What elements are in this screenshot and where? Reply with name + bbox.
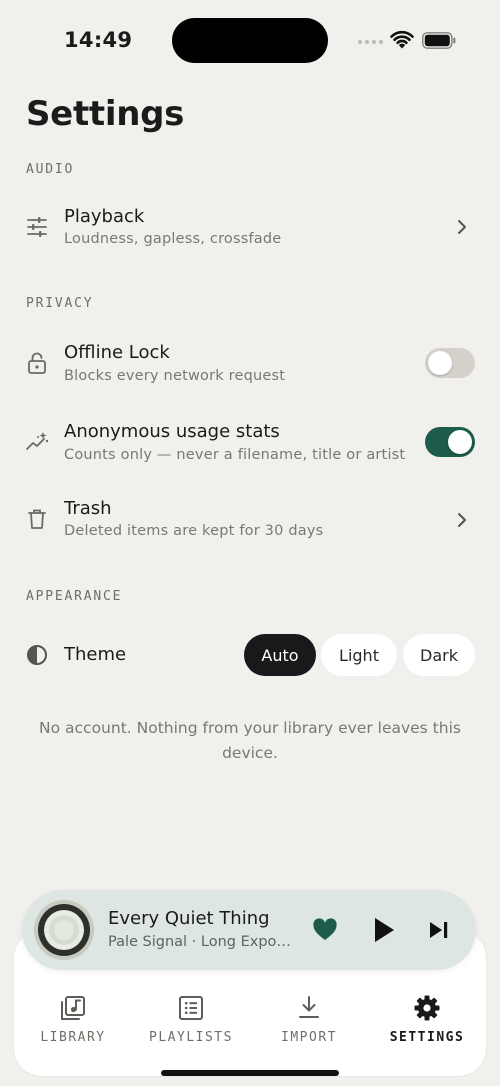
trash-title: Trash (64, 498, 112, 519)
offline-lock-toggle[interactable] (425, 348, 475, 378)
page-title: Settings (26, 94, 185, 134)
tab-playlists[interactable]: PLAYLISTS (136, 994, 246, 1045)
usage-stats-subtitle: Counts only — never a filename, title or… (64, 447, 406, 463)
list-icon (179, 996, 203, 1020)
playback-subtitle: Loudness, gapless, crossfade (64, 231, 282, 247)
wifi-icon (390, 30, 414, 49)
chevron-right-icon (458, 220, 466, 234)
usage-stats-title: Anonymous usage stats (64, 421, 280, 442)
tab-label: LIBRARY (40, 1030, 106, 1045)
offline-lock-subtitle: Blocks every network request (64, 368, 286, 384)
now-playing-subtitle: Pale Signal · Long Exposure (108, 934, 296, 950)
cellular-signal-icon (358, 40, 383, 44)
section-label-appearance: APPEARANCE (26, 589, 123, 604)
gear-icon (414, 995, 440, 1021)
tab-settings[interactable]: SETTINGS (372, 994, 482, 1045)
section-label-privacy: PRIVACY (26, 296, 94, 311)
toggle-knob (448, 430, 472, 454)
lock-icon (28, 352, 46, 374)
playback-row[interactable]: Playback Loudness, gapless, crossfade (0, 196, 500, 258)
usage-stats-row: Anonymous usage stats Counts only — neve… (0, 412, 500, 474)
home-indicator (161, 1070, 339, 1076)
offline-lock-row: Offline Lock Blocks every network reques… (0, 332, 500, 394)
now-playing-title: Every Quiet Thing (108, 908, 270, 929)
trash-subtitle: Deleted items are kept for 30 days (64, 523, 324, 539)
offline-lock-title: Offline Lock (64, 342, 170, 363)
theme-option-dark[interactable]: Dark (403, 634, 475, 676)
status-time: 14:49 (64, 28, 133, 52)
section-label-audio: AUDIO (26, 162, 75, 177)
theme-label: Theme (64, 644, 127, 665)
trash-icon (28, 509, 46, 529)
album-art (34, 900, 94, 960)
play-icon[interactable] (372, 916, 396, 944)
mini-player[interactable]: Every Quiet Thing Pale Signal · Long Exp… (22, 890, 476, 970)
skip-next-icon[interactable] (428, 920, 450, 940)
trash-row[interactable]: Trash Deleted items are kept for 30 days (0, 490, 500, 552)
music-library-icon (61, 996, 85, 1020)
sliders-icon (27, 217, 47, 237)
heart-icon[interactable] (312, 918, 338, 942)
chart-sparkle-icon (26, 432, 49, 450)
contrast-icon (27, 645, 47, 665)
dynamic-island (172, 18, 328, 63)
usage-stats-toggle[interactable] (425, 427, 475, 457)
tab-library[interactable]: LIBRARY (18, 994, 128, 1045)
tab-label: IMPORT (281, 1030, 337, 1045)
toggle-knob (428, 351, 452, 375)
tab-import[interactable]: IMPORT (254, 994, 364, 1045)
chevron-right-icon (458, 513, 466, 527)
playback-title: Playback (64, 206, 145, 227)
theme-option-light[interactable]: Light (321, 634, 397, 676)
tab-label: PLAYLISTS (149, 1030, 233, 1045)
status-bar: 14:49 (0, 0, 500, 80)
privacy-note: No account. Nothing from your library ev… (39, 719, 461, 762)
download-icon (299, 996, 319, 1018)
battery-icon (422, 32, 456, 49)
theme-option-auto[interactable]: Auto (244, 634, 316, 676)
tab-label: SETTINGS (389, 1030, 465, 1045)
